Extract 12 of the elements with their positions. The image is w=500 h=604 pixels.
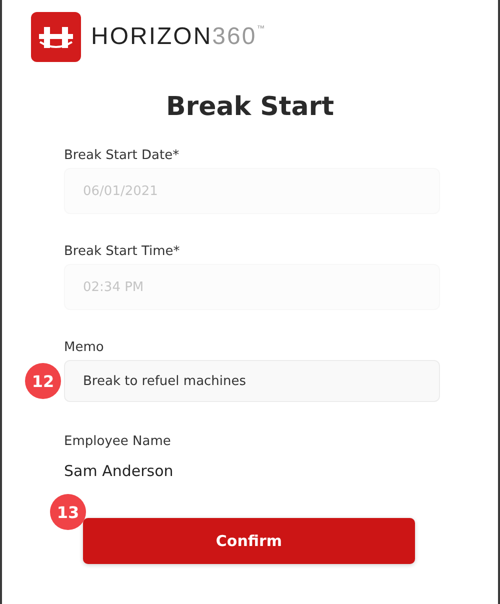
page-title: Break Start [164,92,336,122]
field-label: Employee Name [64,434,172,449]
field-label: Break Start Date* [64,148,180,163]
step-badge: 12 [25,363,61,399]
brand-logo: HORIZON360™ [91,25,265,49]
step-badge: 13 [50,494,86,530]
confirm-button[interactable]: Confirm [83,518,415,564]
field-label: Break Start Time* [64,244,181,259]
field-label: Memo [64,340,105,355]
logo-icon [31,12,81,62]
employee-name: Sam Anderson [64,462,174,480]
input-field[interactable]: Break to refuel machines [64,360,440,402]
